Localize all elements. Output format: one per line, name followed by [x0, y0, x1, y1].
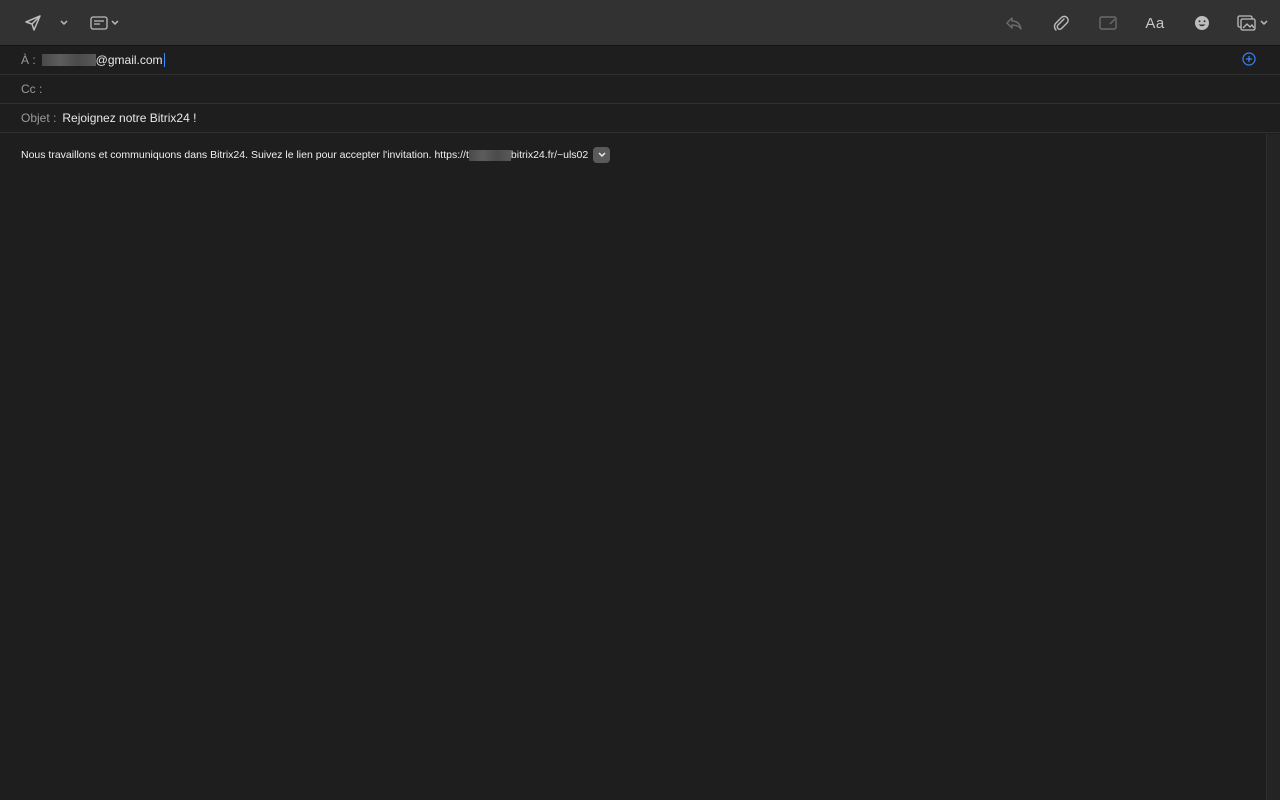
markup-button[interactable]	[1097, 9, 1119, 37]
format-button[interactable]: Aa	[1143, 9, 1167, 37]
photo-browser-icon	[1236, 15, 1256, 31]
redacted-link-part	[468, 149, 511, 161]
cc-field[interactable]: Cc :	[0, 75, 1280, 104]
redacted-address	[41, 54, 96, 66]
emoji-button[interactable]	[1191, 9, 1213, 37]
chevron-down-icon	[110, 20, 119, 26]
to-label: À :	[21, 53, 36, 67]
body-paragraph: Nous travaillons et communiquons dans Bi…	[21, 147, 1266, 163]
text-caret	[163, 53, 165, 67]
header-fields-button[interactable]	[88, 9, 120, 37]
body-text: Nous travaillons et communiquons dans Bi…	[21, 149, 469, 161]
add-circle-icon	[1242, 52, 1256, 66]
add-contact-button[interactable]	[1242, 52, 1258, 68]
photo-browser-button[interactable]	[1236, 9, 1268, 37]
to-field[interactable]: À : @gmail.com	[0, 46, 1280, 75]
send-button[interactable]	[22, 9, 44, 37]
scrollbar[interactable]	[1266, 134, 1280, 800]
cc-label: Cc :	[21, 82, 43, 96]
expand-quoted-button[interactable]	[593, 147, 611, 163]
paperclip-icon	[1053, 15, 1069, 31]
message-body[interactable]: Nous travaillons et communiquons dans Bi…	[0, 134, 1266, 800]
subject-field[interactable]: Objet : Rejoignez notre Bitrix24 !	[0, 104, 1280, 133]
subject-value: Rejoignez notre Bitrix24 !	[62, 111, 197, 125]
chevron-down-icon	[1259, 20, 1268, 26]
message-header-fields: À : @gmail.com Cc : Objet : Rejoignez no…	[0, 46, 1280, 133]
paper-plane-icon	[25, 15, 41, 31]
body-link-tail: bitrix24.fr/~uls02	[510, 149, 589, 161]
send-options-button[interactable]	[58, 9, 70, 37]
subject-label: Objet :	[21, 111, 57, 125]
chevron-down-icon	[598, 152, 606, 158]
reply-icon	[1006, 17, 1022, 30]
emoji-icon	[1195, 16, 1209, 30]
attach-button[interactable]	[1050, 9, 1072, 37]
reply-button[interactable]	[1003, 9, 1025, 37]
to-address: @gmail.com	[95, 53, 163, 67]
header-fields-icon	[89, 16, 108, 30]
chevron-down-icon	[60, 20, 68, 26]
markup-icon	[1099, 16, 1117, 30]
toolbar: Aa	[0, 0, 1280, 46]
